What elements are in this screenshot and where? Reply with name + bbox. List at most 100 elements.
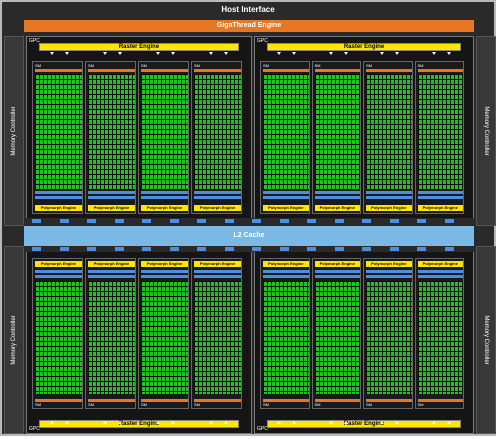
sm-block: SM Polymorph Engine bbox=[32, 258, 83, 409]
shared-memory-bar bbox=[35, 270, 82, 273]
memory-block bbox=[197, 219, 206, 223]
load-store-bar bbox=[366, 275, 412, 278]
arrow-icon bbox=[380, 52, 385, 55]
load-store-bar bbox=[88, 191, 135, 194]
polymorph-engine: Polymorph Engine bbox=[88, 205, 135, 211]
shared-memory-bar bbox=[314, 270, 360, 273]
polymorph-engine: Polymorph Engine bbox=[35, 261, 82, 267]
arrow-icon bbox=[65, 52, 70, 55]
arrow-icon bbox=[102, 52, 107, 55]
polymorph-engine: Polymorph Engine bbox=[314, 205, 360, 211]
sm-block: SM Polymorph Engine bbox=[311, 61, 361, 214]
cuda-core-array bbox=[314, 74, 360, 189]
instruction-cache-bar bbox=[263, 399, 309, 402]
raster-engine: Raster Engine bbox=[39, 43, 239, 51]
load-store-bar bbox=[194, 275, 241, 278]
load-store-bar bbox=[141, 191, 188, 194]
polymorph-engine: Polymorph Engine bbox=[417, 205, 463, 211]
cuda-core-array bbox=[141, 281, 188, 394]
arrow-icon bbox=[65, 421, 70, 424]
instruction-cache-bar bbox=[35, 69, 82, 72]
load-store-bar bbox=[417, 275, 463, 278]
shared-memory-bar bbox=[366, 270, 412, 273]
memory-block bbox=[224, 247, 234, 251]
shared-memory-bar bbox=[263, 270, 309, 273]
sm-block: SM Polymorph Engine bbox=[260, 258, 310, 409]
cuda-core-array bbox=[35, 281, 82, 394]
memory-block bbox=[279, 247, 289, 251]
shared-memory-bar bbox=[194, 196, 241, 199]
memory-block bbox=[87, 219, 96, 223]
gpu-block-diagram: Host Interface GigaThread Engine Memory … bbox=[0, 0, 496, 436]
arrow-icon bbox=[171, 421, 176, 424]
instruction-cache-bar bbox=[194, 399, 241, 402]
instruction-cache-bar bbox=[35, 399, 82, 402]
sm-label: SM bbox=[194, 402, 200, 407]
load-store-bar bbox=[314, 275, 360, 278]
cuda-core-array bbox=[88, 74, 135, 189]
sm-block: SM Polymorph Engine bbox=[414, 258, 464, 409]
sm-block: SM Polymorph Engine bbox=[191, 61, 242, 214]
memory-block bbox=[279, 219, 289, 223]
sm-label: SM bbox=[35, 63, 41, 68]
load-store-bar bbox=[314, 191, 360, 194]
shared-memory-bar bbox=[141, 270, 188, 273]
sm-block: SM Polymorph Engine bbox=[363, 258, 413, 409]
shared-memory-bar bbox=[366, 196, 412, 199]
shared-memory-bar bbox=[88, 196, 135, 199]
polymorph-engine: Polymorph Engine bbox=[35, 205, 82, 211]
sm-block: SM Polymorph Engine bbox=[363, 61, 413, 214]
arrow-icon bbox=[208, 52, 213, 55]
sm-label: SM bbox=[314, 402, 321, 407]
arrow-icon bbox=[118, 421, 123, 424]
memory-block bbox=[389, 219, 399, 223]
shared-memory-bar bbox=[417, 196, 463, 199]
memory-controller-left-top: Memory Controller bbox=[4, 36, 24, 226]
memory-block bbox=[252, 247, 261, 251]
memory-controller-right-bottom: Memory Controller bbox=[476, 246, 496, 434]
memory-controller-label: Memory Controller bbox=[483, 315, 489, 365]
memory-block bbox=[32, 247, 41, 251]
load-store-bar bbox=[88, 275, 135, 278]
memory-block bbox=[307, 247, 316, 251]
memory-controller-label: Memory Controller bbox=[483, 106, 489, 156]
cuda-core-array bbox=[263, 74, 309, 189]
arrow-icon bbox=[49, 421, 54, 424]
sm-label: SM bbox=[263, 63, 269, 68]
arrow-icon bbox=[277, 421, 282, 424]
sm-label: SM bbox=[314, 63, 321, 68]
sm-block: SM Polymorph Engine bbox=[260, 61, 310, 214]
polymorph-engine: Polymorph Engine bbox=[194, 205, 241, 211]
arrow-icon bbox=[49, 52, 54, 55]
memory-controller-right-top: Memory Controller bbox=[476, 36, 496, 226]
arrow-icon bbox=[431, 52, 436, 55]
arrow-icon bbox=[171, 52, 176, 55]
gpc-top-left: GPC Raster Engine SM Polymorph Engine SM Poly… bbox=[26, 36, 252, 224]
shared-memory-bar bbox=[141, 196, 188, 199]
cuda-core-array bbox=[141, 74, 188, 189]
cuda-core-array bbox=[366, 281, 412, 394]
memory-controller-label: Memory Controller bbox=[11, 106, 17, 156]
memory-block bbox=[59, 247, 69, 251]
polymorph-engine: Polymorph Engine bbox=[314, 261, 360, 267]
cuda-core-array bbox=[417, 281, 463, 394]
memory-block bbox=[362, 247, 371, 251]
load-store-bar bbox=[35, 275, 82, 278]
shared-memory-bar bbox=[417, 270, 463, 273]
arrow-icon bbox=[328, 52, 333, 55]
load-store-bar bbox=[263, 191, 309, 194]
shared-memory-bar bbox=[263, 196, 309, 199]
cuda-core-array bbox=[194, 74, 241, 189]
sm-label: SM bbox=[141, 63, 147, 68]
arrow-icon bbox=[431, 421, 436, 424]
cuda-core-array bbox=[314, 281, 360, 394]
load-store-bar bbox=[194, 191, 241, 194]
load-store-bar bbox=[141, 275, 188, 278]
memory-block bbox=[334, 219, 344, 223]
cuda-core-array bbox=[417, 74, 463, 189]
memory-block bbox=[114, 219, 124, 223]
sm-block: SM Polymorph Engine bbox=[85, 258, 136, 409]
load-store-bar bbox=[366, 191, 412, 194]
arrow-icon bbox=[118, 52, 123, 55]
instruction-cache-bar bbox=[88, 69, 135, 72]
